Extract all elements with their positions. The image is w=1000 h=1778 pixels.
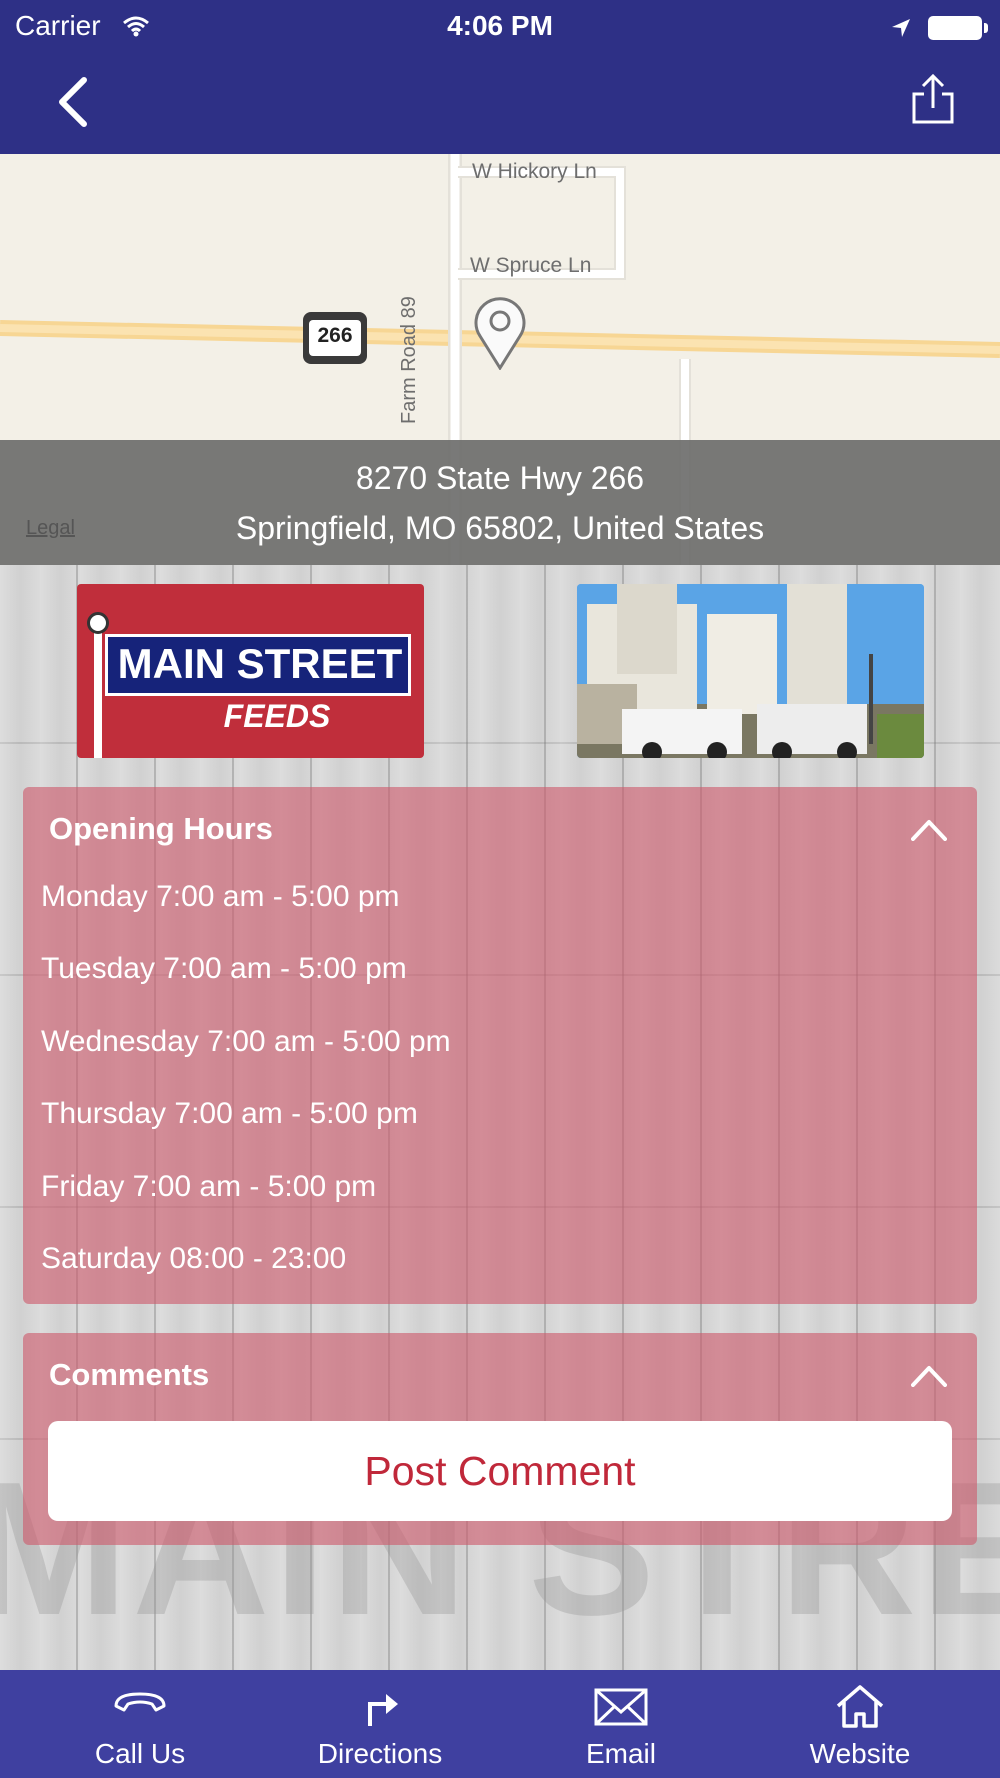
navigation-bar: Carrier 4:06 PM xyxy=(0,0,1000,154)
tab-label-email: Email xyxy=(585,1738,656,1769)
share-icon xyxy=(912,73,954,124)
clock: 4:06 PM xyxy=(447,10,553,41)
street-label-farm-road: Farm Road 89 xyxy=(398,296,420,424)
business-photo[interactable] xyxy=(577,584,924,758)
chevron-left-icon xyxy=(59,77,87,127)
opening-hours-panel: Opening Hours Monday 7:00 am - 5:00 pm T… xyxy=(23,787,977,1304)
share-button[interactable] xyxy=(910,73,956,126)
logo-text-main: MAIN STREET xyxy=(117,640,403,687)
back-button[interactable] xyxy=(50,72,100,132)
tab-label-directions: Directions xyxy=(317,1738,443,1769)
hours-thursday: Thursday 7:00 am - 5:00 pm xyxy=(41,1097,418,1130)
street-label-hickory: W Hickory Ln xyxy=(472,160,597,183)
route-shield-icon: 266 xyxy=(303,312,367,364)
location-arrow-icon xyxy=(890,14,912,46)
hours-friday: Friday 7:00 am - 5:00 pm xyxy=(41,1170,377,1203)
address-line-1: 8270 State Hwy 266 xyxy=(355,460,645,496)
directions-arrow-icon xyxy=(368,1694,398,1726)
tab-label-website: Website xyxy=(809,1738,911,1769)
bottom-tab-bar: Call Us Directions Email Website xyxy=(0,1670,1000,1778)
tab-directions[interactable]: Directions xyxy=(255,1670,505,1778)
map-pin-icon[interactable] xyxy=(472,294,528,371)
tab-label-call-us: Call Us xyxy=(94,1738,186,1769)
map-legal-link[interactable]: Legal xyxy=(26,517,75,540)
comments-title: Comments xyxy=(49,1357,210,1392)
battery-icon xyxy=(928,16,988,40)
route-shield-number: 266 xyxy=(317,324,353,347)
status-bar: Carrier 4:06 PM xyxy=(0,8,1000,44)
phone-icon xyxy=(114,1692,166,1712)
tab-call-us[interactable]: Call Us xyxy=(15,1670,265,1778)
tab-email[interactable]: Email xyxy=(496,1670,746,1778)
hours-monday: Monday 7:00 am - 5:00 pm xyxy=(41,880,400,913)
address-overlay: 8270 State Hwy 266 Springfield, MO 65802… xyxy=(0,440,1000,565)
street-label-spruce: W Spruce Ln xyxy=(470,254,592,277)
home-icon xyxy=(836,1685,884,1728)
hours-saturday: Saturday 08:00 - 23:00 xyxy=(41,1242,347,1275)
chevron-up-icon[interactable] xyxy=(911,817,947,841)
logo-text-feeds: FEEDS xyxy=(223,698,331,734)
post-comment-button[interactable]: Post Comment xyxy=(48,1421,952,1521)
tab-website[interactable]: Website xyxy=(735,1670,985,1778)
hours-wednesday: Wednesday 7:00 am - 5:00 pm xyxy=(41,1025,451,1058)
business-logo[interactable]: MAIN STREET FEEDS xyxy=(77,584,424,758)
opening-hours-title: Opening Hours xyxy=(49,811,273,846)
envelope-icon xyxy=(594,1688,648,1726)
comments-panel: Comments Post Comment xyxy=(23,1333,977,1545)
chevron-up-icon[interactable] xyxy=(911,1363,947,1387)
hours-tuesday: Tuesday 7:00 am - 5:00 pm xyxy=(41,952,407,985)
address-line-2: Springfield, MO 65802, United States xyxy=(235,510,765,546)
